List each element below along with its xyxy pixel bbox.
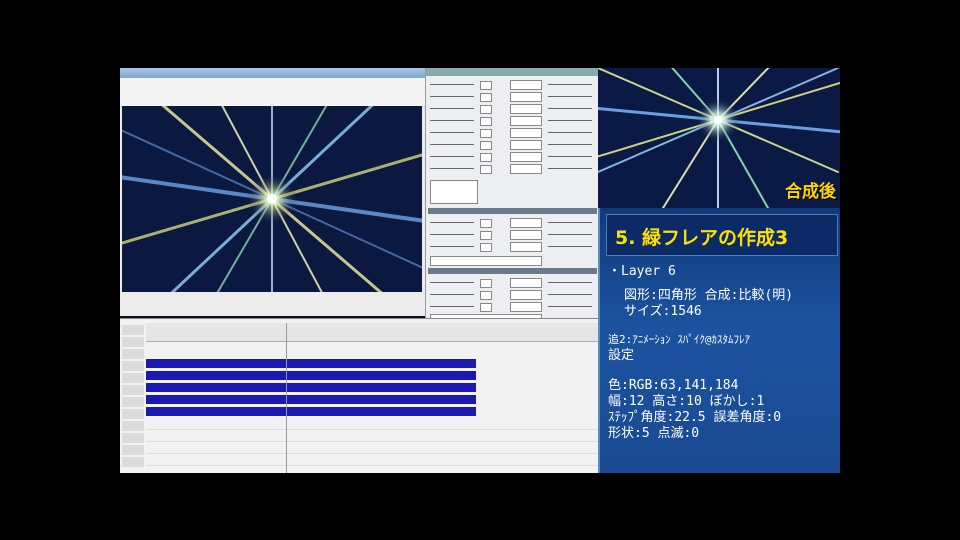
layer-label[interactable] <box>122 409 144 419</box>
layer-label[interactable] <box>122 361 144 371</box>
setting-row[interactable] <box>430 104 595 114</box>
timeline-row[interactable] <box>146 443 598 454</box>
timeline-ruler[interactable] <box>146 323 598 342</box>
setting-row[interactable] <box>430 290 595 300</box>
timeline-row[interactable] <box>146 455 598 466</box>
layer-label[interactable] <box>122 421 144 431</box>
setting-row[interactable] <box>430 152 595 162</box>
step-line: ｽﾃｯﾌﾟ角度:22.5 誤差角度:0 <box>608 410 782 425</box>
size-line: サイズ:1546 <box>624 304 702 319</box>
form-line: 形状:5 点滅:0 <box>608 426 700 441</box>
setting-row[interactable] <box>430 92 595 102</box>
width-line: 幅:12 高さ:10 ぼかし:1 <box>608 394 765 409</box>
setting-row[interactable] <box>430 218 595 228</box>
setting-row[interactable] <box>430 242 595 252</box>
info-title: 5. 緑フレアの作成3 <box>615 227 789 249</box>
composite-preview: 合成後 <box>598 68 840 208</box>
layer-label[interactable] <box>122 373 144 383</box>
info-panel: 5. 緑フレアの作成3 ・Layer 6 図形:四角形 合成:比較(明) サイズ… <box>598 208 840 473</box>
layer-label[interactable] <box>122 325 144 335</box>
setting-row[interactable] <box>430 116 595 126</box>
composite-label: 合成後 <box>785 182 836 202</box>
info-title-box: 5. 緑フレアの作成3 <box>606 214 838 256</box>
setting-row[interactable] <box>430 140 595 150</box>
setting-row[interactable] <box>430 164 595 174</box>
preview-window <box>120 68 426 316</box>
setting-row[interactable] <box>430 278 595 288</box>
add-line: 追2:ｱﾆﾒｰｼｮﾝ ｽﾊﾟｲｸ@ｶｽﾀﾑﾌﾚｱ <box>608 333 750 346</box>
setting-row[interactable] <box>430 302 595 312</box>
preview-titlebar[interactable] <box>120 68 425 78</box>
layer-label[interactable] <box>122 349 144 359</box>
layer-label[interactable] <box>122 445 144 455</box>
timeline-clip[interactable] <box>146 407 476 416</box>
timeline-row[interactable] <box>146 419 598 430</box>
setting-row[interactable] <box>430 80 595 90</box>
layer-label[interactable] <box>122 397 144 407</box>
setting-line: 設定 <box>608 348 635 363</box>
screen: 合成後 5. 緑フレアの作成3 ・Layer 6 図形:四角形 合成:比較(明)… <box>120 68 840 473</box>
layer-name: ・Layer 6 <box>608 264 676 279</box>
setting-text-area[interactable] <box>430 180 595 204</box>
layer-label[interactable] <box>122 433 144 443</box>
setting-row[interactable] <box>430 128 595 138</box>
settings-titlebar[interactable] <box>426 68 599 76</box>
timeline-row[interactable] <box>146 431 598 442</box>
preview-status-bar <box>120 294 425 316</box>
setting-dropdown-row[interactable] <box>430 256 595 266</box>
timeline-clip[interactable] <box>146 371 476 380</box>
layer-label[interactable] <box>122 385 144 395</box>
layer-label[interactable] <box>122 457 144 467</box>
timeline-cursor[interactable] <box>286 323 287 473</box>
settings-section-header <box>428 208 597 214</box>
timeline <box>120 318 598 473</box>
timeline-clip[interactable] <box>146 359 476 368</box>
setting-row[interactable] <box>430 230 595 240</box>
shape-line: 図形:四角形 合成:比較(明) <box>624 288 794 303</box>
preview-menubar[interactable] <box>120 78 425 107</box>
timeline-clip[interactable] <box>146 395 476 404</box>
preview-canvas[interactable] <box>122 106 422 292</box>
color-line: 色:RGB:63,141,184 <box>608 378 739 393</box>
settings-section-header <box>428 268 597 274</box>
layer-label[interactable] <box>122 337 144 347</box>
timeline-clip[interactable] <box>146 383 476 392</box>
